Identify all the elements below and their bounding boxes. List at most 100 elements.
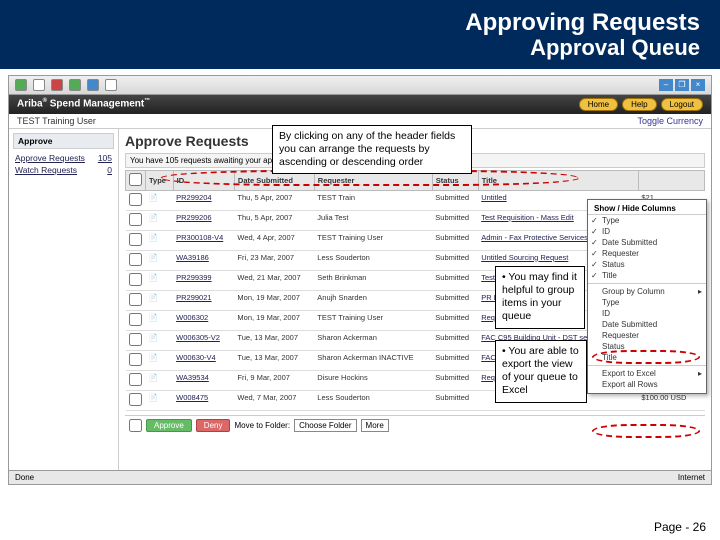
window-close[interactable]: × [691, 79, 705, 91]
cell-id[interactable]: PR299399 [173, 270, 234, 290]
menu-group-option[interactable]: Type [588, 297, 706, 308]
callout-header-sort: By clicking on any of the header fields … [272, 125, 472, 174]
select-all-bottom-checkbox[interactable] [129, 419, 142, 432]
row-checkbox[interactable] [129, 333, 142, 346]
menu-col-toggle[interactable]: Requester [588, 248, 706, 259]
deny-button[interactable]: Deny [196, 419, 231, 432]
select-all-checkbox[interactable] [129, 173, 142, 186]
row-checkbox[interactable] [129, 373, 142, 386]
cell-status: Submitted [432, 290, 478, 310]
row-checkbox[interactable] [129, 393, 142, 406]
menu-col-toggle[interactable]: ID [588, 226, 706, 237]
cell-id[interactable]: PR299021 [173, 290, 234, 310]
app-header: Ariba® Spend Management™ Home Help Logou… [9, 95, 711, 114]
approve-button[interactable]: Approve [146, 419, 192, 432]
cell-requester: Disure Hockins [314, 370, 432, 390]
row-checkbox[interactable] [129, 193, 142, 206]
home-button[interactable]: Home [579, 98, 618, 111]
menu-col-toggle[interactable]: Type [588, 215, 706, 226]
menu-col-toggle[interactable]: Title [588, 270, 706, 281]
toggle-currency-link[interactable]: Toggle Currency [637, 116, 703, 126]
cell-type: 📄 [146, 230, 174, 250]
cell-id[interactable]: PR299204 [173, 190, 234, 210]
window-minimize[interactable]: – [659, 79, 673, 91]
menu-group-option[interactable]: ID [588, 308, 706, 319]
page-number: Page - 26 [654, 520, 706, 534]
slide-header: Approving Requests Approval Queue [0, 0, 720, 69]
menu-export-excel[interactable]: Export to Excel [588, 368, 706, 379]
nav-forward-icon[interactable] [33, 79, 45, 91]
cell-requester: Less Souderton [314, 390, 432, 410]
help-button[interactable]: Help [622, 98, 656, 111]
row-checkbox[interactable] [129, 253, 142, 266]
row-checkbox[interactable] [129, 213, 142, 226]
column-options-menu: Show / Hide Columns TypeIDDate Submitted… [587, 199, 707, 394]
move-to-folder-label: Move to Folder: [234, 421, 290, 430]
cell-status: Submitted [432, 250, 478, 270]
refresh-icon[interactable] [69, 79, 81, 91]
cell-date: Wed, 21 Mar, 2007 [234, 270, 314, 290]
status-done: Done [15, 473, 34, 482]
menu-group-by[interactable]: Group by Column [588, 286, 706, 297]
cell-id[interactable]: W006305-V2 [173, 330, 234, 350]
cell-type: 📄 [146, 250, 174, 270]
status-zone: Internet [678, 473, 705, 482]
cell-date: Thu, 5 Apr, 2007 [234, 190, 314, 210]
cell-id[interactable]: W00630-V4 [173, 350, 234, 370]
menu-col-toggle[interactable]: Status [588, 259, 706, 270]
col-amount[interactable] [638, 170, 704, 190]
callout-group: • You may find it helpful to group items… [495, 266, 585, 329]
more-select[interactable]: More [361, 419, 389, 432]
col-title[interactable]: Title [478, 170, 638, 190]
menu-col-toggle[interactable]: Date Submitted [588, 237, 706, 248]
cell-requester: Less Souderton [314, 250, 432, 270]
cell-status: Submitted [432, 310, 478, 330]
cell-id[interactable]: PR299206 [173, 210, 234, 230]
main-content: Approve Requests You have 105 requests a… [119, 129, 711, 477]
menu-group-option[interactable]: Requester [588, 330, 706, 341]
row-checkbox[interactable] [129, 353, 142, 366]
sidebar-item-label: Watch Requests [15, 165, 77, 175]
row-checkbox[interactable] [129, 313, 142, 326]
menu-group-option[interactable]: Status [588, 341, 706, 352]
logout-button[interactable]: Logout [661, 98, 703, 111]
menu-group-option[interactable]: Date Submitted [588, 319, 706, 330]
cell-date: Wed, 4 Apr, 2007 [234, 230, 314, 250]
cell-requester: TEST Training User [314, 310, 432, 330]
cell-type: 📄 [146, 370, 174, 390]
nav-back-icon[interactable] [15, 79, 27, 91]
cell-requester: Julia Test [314, 210, 432, 230]
row-checkbox[interactable] [129, 273, 142, 286]
cell-type: 📄 [146, 390, 174, 410]
print-icon[interactable] [105, 79, 117, 91]
menu-group-option[interactable]: Title [588, 352, 706, 363]
cell-id[interactable]: W008475 [173, 390, 234, 410]
cell-date: Fri, 9 Mar, 2007 [234, 370, 314, 390]
col-id[interactable]: ID [173, 170, 234, 190]
col-type[interactable]: Type [146, 170, 174, 190]
cell-type: 📄 [146, 350, 174, 370]
slide-subtitle: Approval Queue [20, 36, 700, 60]
menu-export-all[interactable]: Export all Rows [588, 379, 706, 390]
folder-select[interactable]: Choose Folder [294, 419, 356, 432]
col-checkbox[interactable] [126, 170, 146, 190]
row-checkbox[interactable] [129, 293, 142, 306]
sidebar-item-approve[interactable]: Approve Requests 105 [13, 152, 114, 164]
home-icon[interactable] [87, 79, 99, 91]
stop-icon[interactable] [51, 79, 63, 91]
cell-id[interactable]: PR300108-V4 [173, 230, 234, 250]
sidebar-item-watch[interactable]: Watch Requests 0 [13, 164, 114, 176]
row-checkbox[interactable] [129, 233, 142, 246]
cell-type: 📄 [146, 270, 174, 290]
cell-requester: Seth Brinkman [314, 270, 432, 290]
cell-status: Submitted [432, 330, 478, 350]
table-action-row: Approve Deny Move to Folder: Choose Fold… [125, 415, 705, 435]
cell-type: 📄 [146, 330, 174, 350]
window-restore[interactable]: ❐ [675, 79, 689, 91]
cell-type: 📄 [146, 190, 174, 210]
cell-id[interactable]: WA39534 [173, 370, 234, 390]
cell-id[interactable]: W006302 [173, 310, 234, 330]
cell-status: Submitted [432, 230, 478, 250]
cell-type: 📄 [146, 310, 174, 330]
cell-id[interactable]: WA39186 [173, 250, 234, 270]
